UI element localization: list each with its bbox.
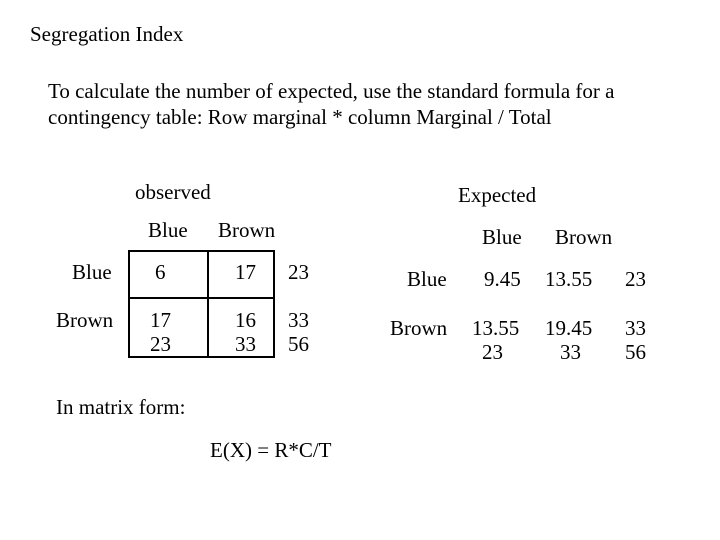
observed-cell: 6 <box>155 260 166 285</box>
observed-col-marginal: 33 <box>235 332 256 357</box>
expected-col-marginal: 33 <box>560 340 581 365</box>
matrix-form-label: In matrix form: <box>56 395 185 420</box>
observed-row-blue: Blue <box>72 260 112 285</box>
expected-label: Expected <box>458 183 536 208</box>
expected-cell: 13.55 <box>472 316 519 341</box>
observed-col-marginal: 23 <box>150 332 171 357</box>
expected-cell: 19.45 <box>545 316 592 341</box>
observed-total: 56 <box>288 332 309 357</box>
expected-col-blue: Blue <box>482 225 522 250</box>
expected-col-brown: Brown <box>555 225 612 250</box>
observed-grid-line <box>207 250 209 358</box>
observed-grid-line <box>128 297 275 299</box>
expected-col-marginal: 23 <box>482 340 503 365</box>
expected-row-blue: Blue <box>407 267 447 292</box>
expected-cell: 9.45 <box>484 267 521 292</box>
observed-grid-line <box>273 250 275 358</box>
observed-row-marginal: 33 <box>288 308 309 333</box>
observed-row-brown: Brown <box>56 308 113 333</box>
expected-row-brown: Brown <box>390 316 447 341</box>
description-text: To calculate the number of expected, use… <box>48 78 678 131</box>
expected-cell: 13.55 <box>545 267 592 292</box>
observed-cell: 17 <box>150 308 171 333</box>
observed-col-blue: Blue <box>148 218 188 243</box>
page-title: Segregation Index <box>30 22 183 47</box>
expected-row-marginal: 33 <box>625 316 646 341</box>
observed-row-marginal: 23 <box>288 260 309 285</box>
observed-cell: 16 <box>235 308 256 333</box>
observed-grid-line <box>128 250 130 358</box>
formula-text: E(X) = R*C/T <box>210 438 332 463</box>
observed-cell: 17 <box>235 260 256 285</box>
expected-row-marginal: 23 <box>625 267 646 292</box>
observed-label: observed <box>135 180 211 205</box>
observed-col-brown: Brown <box>218 218 275 243</box>
observed-grid-line <box>128 250 275 252</box>
expected-total: 56 <box>625 340 646 365</box>
